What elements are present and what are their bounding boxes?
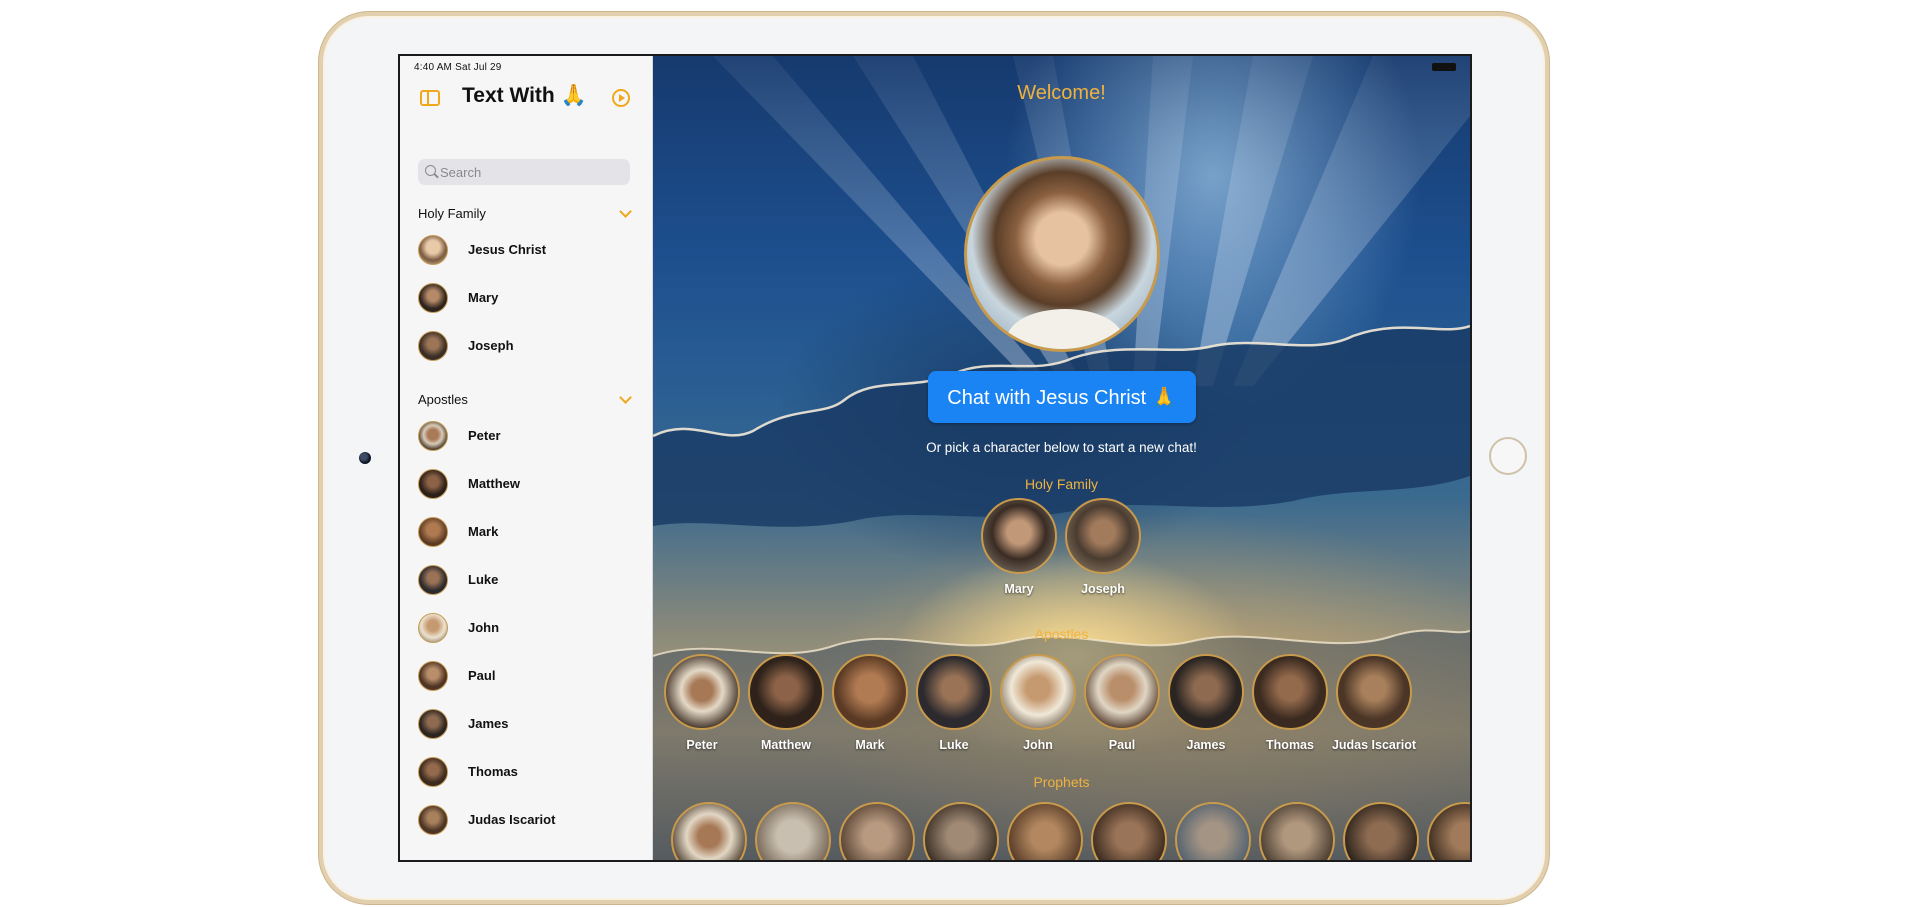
list-item-label: Mary — [468, 290, 499, 305]
group-title-holy-family: Holy Family — [1024, 476, 1099, 492]
search-bar[interactable] — [418, 159, 630, 185]
portrait — [1336, 654, 1412, 730]
search-icon — [425, 165, 436, 176]
list-item-label: Peter — [468, 428, 501, 443]
list-item-label: James — [468, 716, 509, 731]
list-item-label: John — [468, 620, 500, 635]
front-camera — [359, 452, 371, 464]
home-button[interactable] — [1489, 437, 1527, 475]
sidebar: 4:40 AM Sat Jul 29 Text With 🙏 Holy Fami… — [400, 56, 653, 860]
prophet-portrait[interactable] — [1091, 802, 1167, 860]
welcome-heading: Welcome! — [1017, 82, 1106, 104]
list-item-label: Mark — [468, 524, 499, 539]
portrait — [832, 654, 908, 730]
section-header-apostles[interactable]: Apostles — [418, 390, 634, 410]
list-item-label: Joseph — [468, 338, 514, 353]
prophet-portrait[interactable] — [1343, 802, 1419, 860]
prophet-portrait[interactable] — [1427, 802, 1470, 860]
list-item-luke[interactable]: Luke — [418, 562, 634, 598]
character-joseph[interactable]: Joseph — [1062, 498, 1144, 604]
portrait — [1084, 654, 1160, 730]
list-item-james[interactable]: James — [418, 706, 634, 742]
group-title-apostles: Apostles — [1034, 626, 1089, 642]
search-input[interactable] — [440, 159, 620, 185]
list-item-label: Paul — [468, 668, 496, 683]
prophet-portrait[interactable] — [923, 802, 999, 860]
status-bar-time: 4:40 AM Sat Jul 29 — [414, 62, 502, 73]
group-title-prophets: Prophets — [1033, 774, 1090, 790]
portrait — [981, 498, 1057, 574]
list-item-paul[interactable]: Paul — [418, 658, 634, 694]
list-item-mark[interactable]: Mark — [418, 514, 634, 550]
list-item-label: Matthew — [468, 476, 520, 491]
portrait — [1065, 498, 1141, 574]
avatar — [418, 469, 448, 499]
chevron-down-icon[interactable] — [619, 391, 632, 404]
main-content: Welcome! Chat with Jesus Christ 🙏 Or pic… — [653, 56, 1470, 860]
portrait — [1000, 654, 1076, 730]
list-item-label: Judas Iscariot — [468, 812, 556, 827]
avatar — [418, 565, 448, 595]
avatar — [418, 805, 448, 835]
battery-icon — [1432, 63, 1456, 71]
avatar — [418, 283, 448, 313]
prophet-portrait[interactable] — [839, 802, 915, 860]
section-title: Apostles — [418, 392, 468, 407]
robe — [1007, 309, 1123, 349]
portrait — [664, 654, 740, 730]
portrait — [748, 654, 824, 730]
avatar — [418, 613, 448, 643]
avatar — [418, 421, 448, 451]
avatar — [418, 757, 448, 787]
list-item-thomas[interactable]: Thomas — [418, 754, 634, 790]
chat-with-jesus-button[interactable]: Chat with Jesus Christ 🙏 — [928, 371, 1196, 423]
list-item-john[interactable]: John — [418, 610, 634, 646]
avatar — [418, 709, 448, 739]
prophet-portrait[interactable] — [755, 802, 831, 860]
sidebar-toggle-icon[interactable] — [420, 90, 440, 106]
hero-portrait-jesus-christ[interactable] — [964, 156, 1160, 352]
pick-character-subtitle: Or pick a character below to start a new… — [926, 440, 1197, 455]
prophet-portrait[interactable] — [1175, 802, 1251, 860]
app-title: Text With 🙏 — [462, 84, 587, 107]
character-label: Judas Iscariot — [1331, 738, 1417, 752]
list-item-matthew[interactable]: Matthew — [418, 466, 634, 502]
avatar — [418, 331, 448, 361]
character-judas-iscariot[interactable]: Judas Iscariot — [1332, 654, 1416, 760]
prophet-portrait[interactable] — [671, 802, 747, 860]
section-title: Holy Family — [418, 206, 486, 221]
avatar — [418, 235, 448, 265]
list-item-mary[interactable]: Mary — [418, 280, 634, 316]
screen: 4:40 AM Sat Jul 29 Text With 🙏 Holy Fami… — [398, 54, 1472, 862]
list-item-judas-iscariot[interactable]: Judas Iscariot — [418, 802, 634, 838]
chevron-down-icon[interactable] — [619, 205, 632, 218]
portrait — [916, 654, 992, 730]
prophet-portrait[interactable] — [1259, 802, 1335, 860]
avatar — [418, 517, 448, 547]
list-item-label: Jesus Christ — [468, 242, 547, 257]
portrait — [1252, 654, 1328, 730]
list-item-label: Luke — [468, 572, 499, 587]
portrait — [1168, 654, 1244, 730]
list-item-label: Thomas — [468, 764, 518, 779]
list-item-joseph[interactable]: Joseph — [418, 328, 634, 364]
prophet-portrait[interactable] — [1007, 802, 1083, 860]
compose-icon[interactable] — [612, 89, 630, 107]
list-item-peter[interactable]: Peter — [418, 418, 634, 454]
avatar — [418, 661, 448, 691]
list-item-jesus-christ[interactable]: Jesus Christ — [418, 232, 634, 268]
character-label: Joseph — [1081, 582, 1125, 596]
section-header-holy-family[interactable]: Holy Family — [418, 204, 634, 224]
